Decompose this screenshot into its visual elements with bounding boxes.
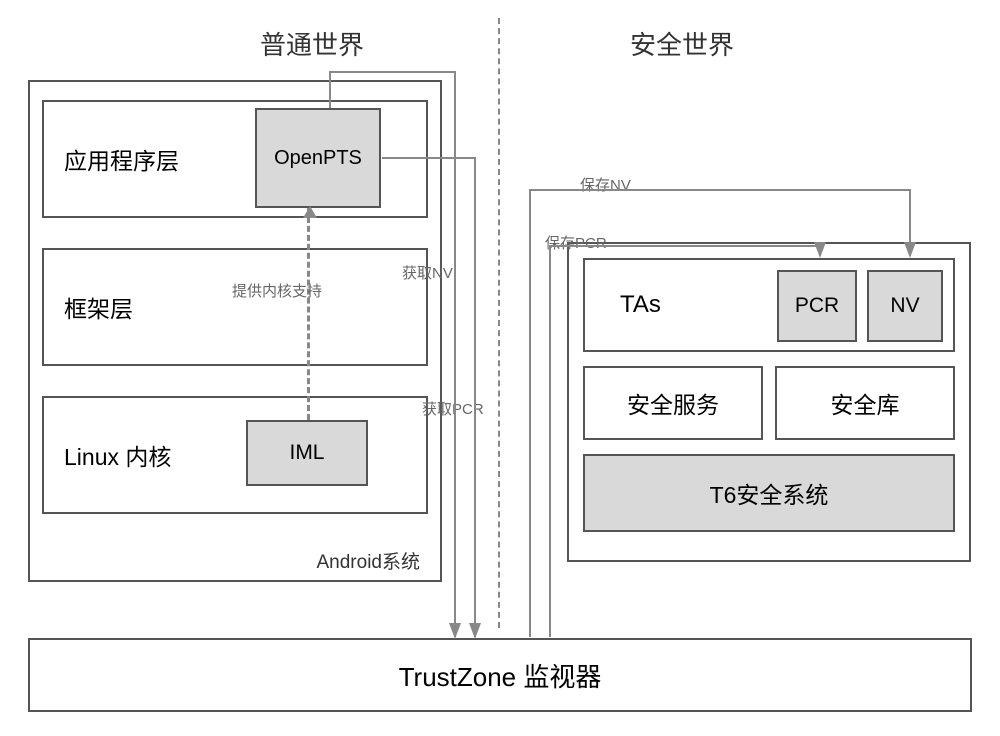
tas-row: TAs PCR NV — [583, 258, 955, 352]
label-get-nv: 获取NV — [402, 262, 453, 283]
framework-label: 框架层 — [64, 290, 133, 324]
security-service-box: 安全服务 — [583, 366, 763, 440]
android-label: Android系统 — [317, 547, 421, 574]
iml-box: IML — [246, 420, 368, 486]
linux-kernel-layer: Linux 内核 — [42, 396, 428, 514]
label-kernel-support: 提供内核支持 — [232, 280, 322, 301]
service-row: 安全服务 安全库 — [583, 366, 955, 440]
world-divider — [498, 18, 500, 628]
nv-box: NV — [867, 270, 943, 342]
title-secure-world: 安全世界 — [630, 25, 734, 62]
kernel-label: Linux 内核 — [64, 438, 171, 472]
pcr-box: PCR — [777, 270, 857, 342]
arrow-iml-to-openpts — [307, 208, 310, 420]
diagram-container: 普通世界 安全世界 Android系统 应用程序层 OpenPTS 框架层 Li… — [0, 0, 1000, 736]
label-save-nv: 保存NV — [580, 174, 631, 195]
title-normal-world: 普通世界 — [260, 25, 364, 62]
openpts-box: OpenPTS — [255, 108, 381, 208]
tas-label: TAs — [620, 291, 661, 319]
secure-world-box: TAs PCR NV 安全服务 安全库 T6安全系统 — [567, 242, 971, 562]
framework-layer: 框架层 — [42, 248, 428, 366]
trustzone-monitor: TrustZone 监视器 — [28, 638, 972, 712]
app-layer-label: 应用程序层 — [64, 142, 179, 176]
label-get-pcr: 获取PCR — [422, 398, 484, 419]
t6-system-box: T6安全系统 — [583, 454, 955, 532]
security-lib-box: 安全库 — [775, 366, 955, 440]
label-save-pcr: 保存PCR — [545, 232, 607, 253]
